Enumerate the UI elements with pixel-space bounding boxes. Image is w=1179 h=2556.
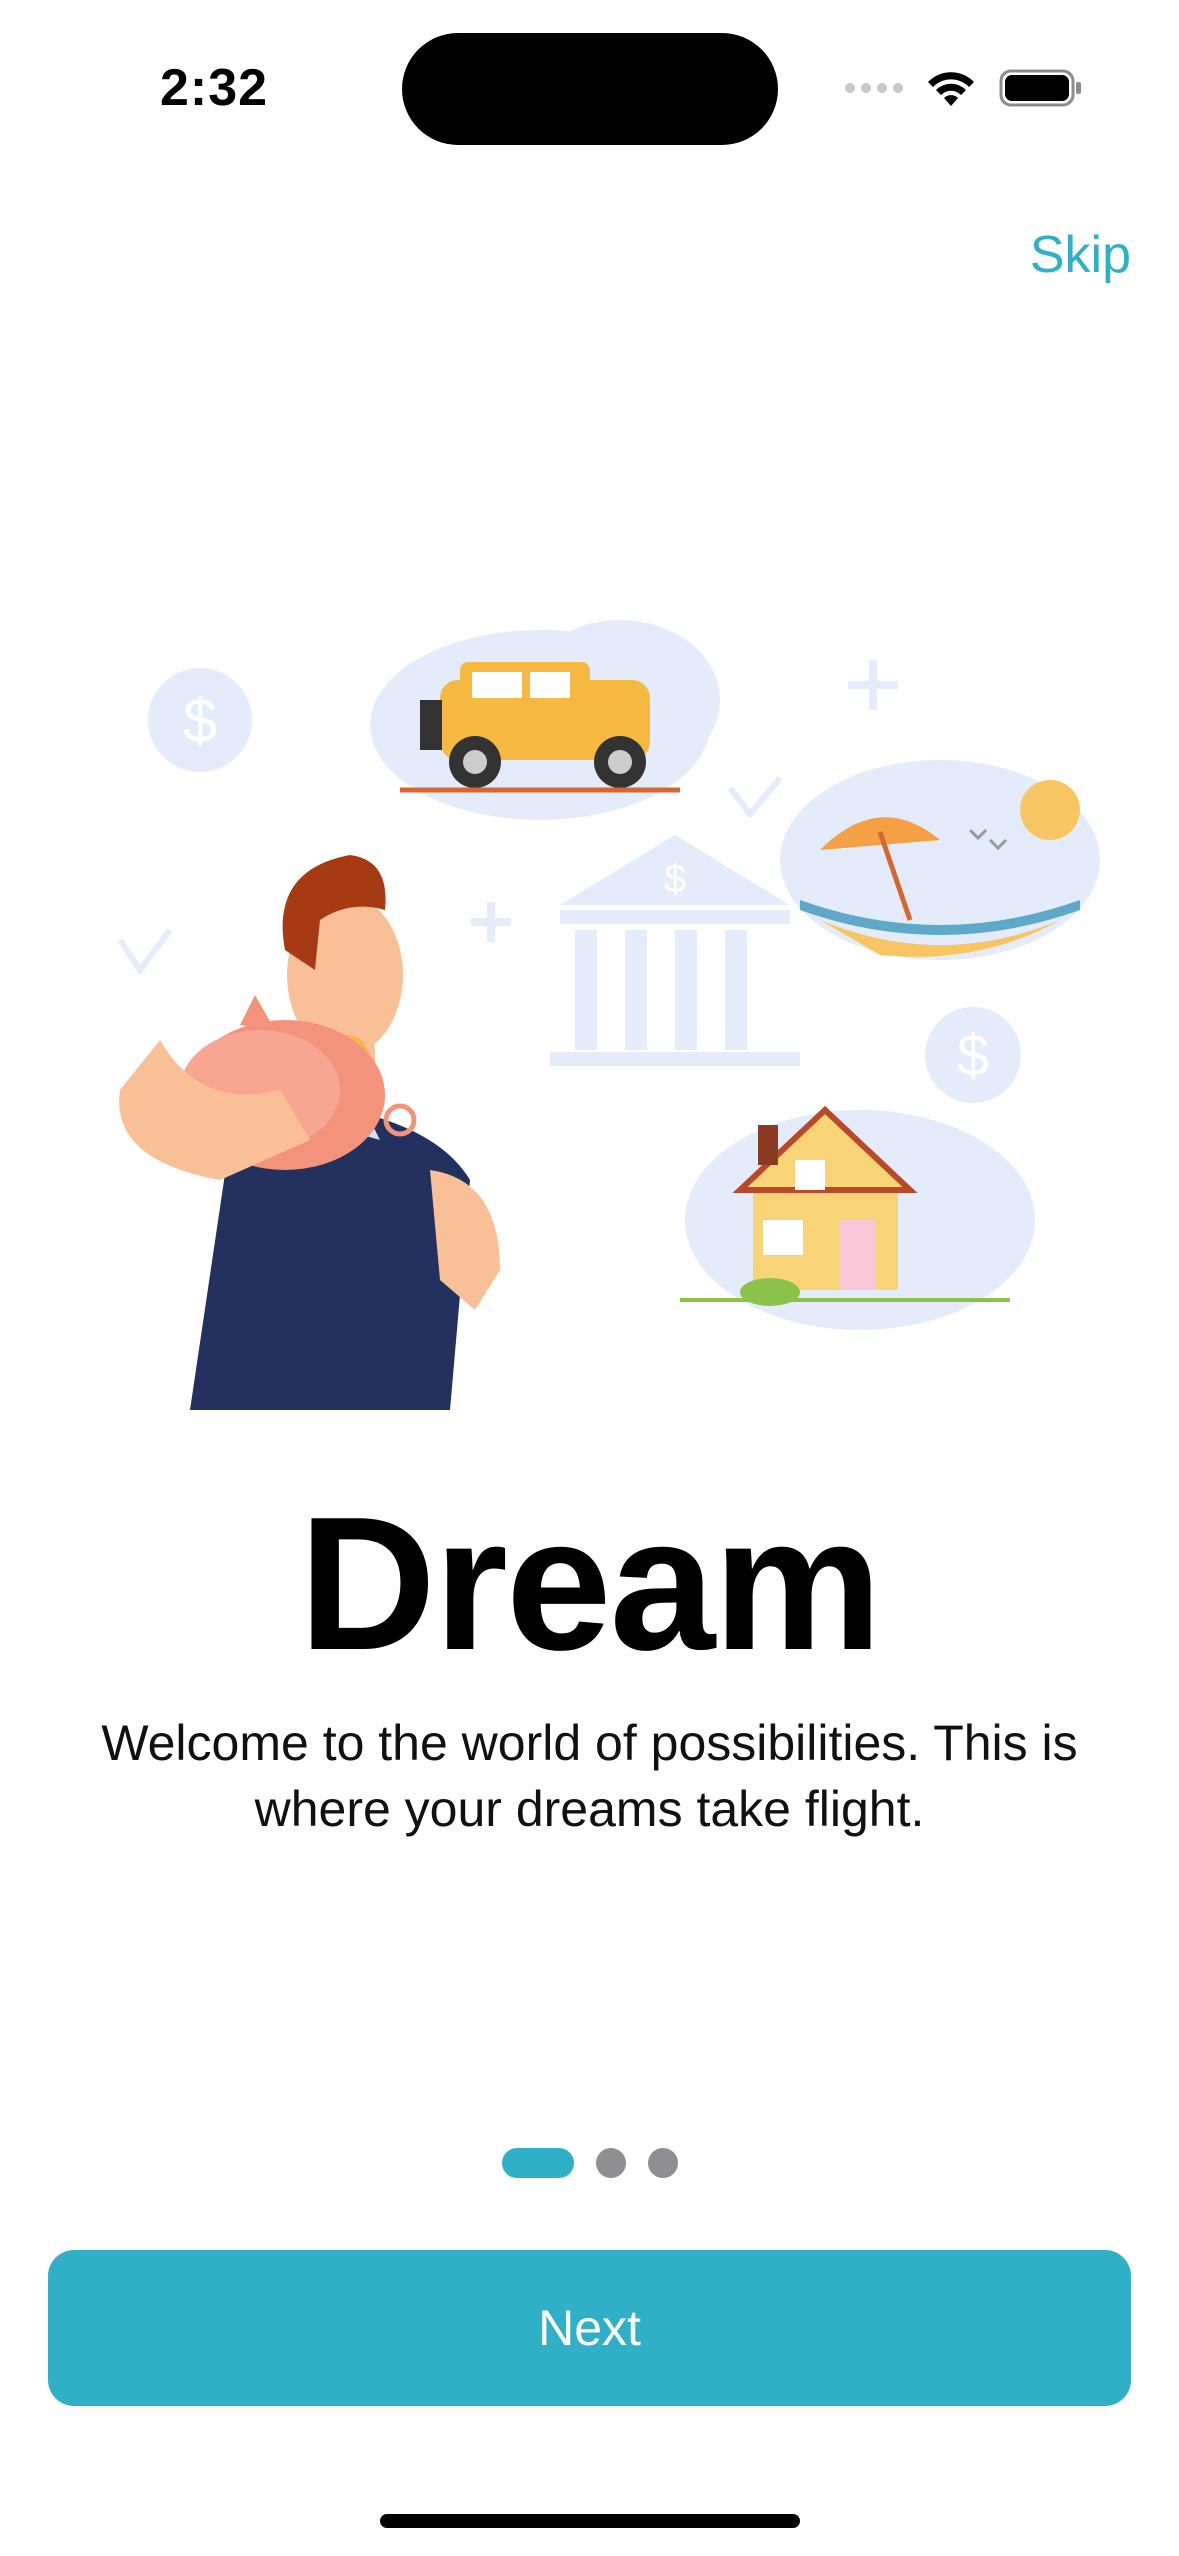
next-button[interactable]: Next <box>48 2250 1131 2406</box>
dynamic-island <box>402 33 778 145</box>
svg-text:$: $ <box>957 1023 989 1088</box>
page-dot-active <box>501 2148 574 2178</box>
page-dot <box>595 2148 626 2178</box>
status-time: 2:32 <box>160 59 269 117</box>
status-icons <box>845 66 1083 110</box>
dollar-coin-icon: $ <box>148 668 252 772</box>
person-with-piggy-bank-icon <box>119 855 500 1410</box>
skip-button[interactable]: Skip <box>1030 225 1131 285</box>
svg-text:$: $ <box>183 687 217 756</box>
car-cloud-icon <box>370 620 720 820</box>
page-subtitle: Welcome to the world of possibilities. T… <box>101 1715 1078 1837</box>
svg-text:$: $ <box>664 857 686 901</box>
onboarding-screen: 2:32 Skip $ $ $ Dream Welcome to the wor… <box>0 0 1179 2556</box>
page-title: Dream <box>298 1478 882 1690</box>
page-indicator <box>0 2148 1179 2178</box>
bank-icon: $ <box>550 835 800 1066</box>
page-dot <box>647 2148 678 2178</box>
wifi-icon <box>925 68 977 108</box>
saving-dreams-illustration: $ $ $ <box>117 620 1100 1410</box>
cellular-signal-icon <box>845 83 903 93</box>
battery-icon <box>999 68 1083 108</box>
home-indicator <box>380 2514 800 2528</box>
dollar-coin-icon: $ <box>925 1007 1021 1103</box>
house-cloud-icon <box>680 1105 1035 1330</box>
beach-cloud-icon <box>780 760 1100 960</box>
